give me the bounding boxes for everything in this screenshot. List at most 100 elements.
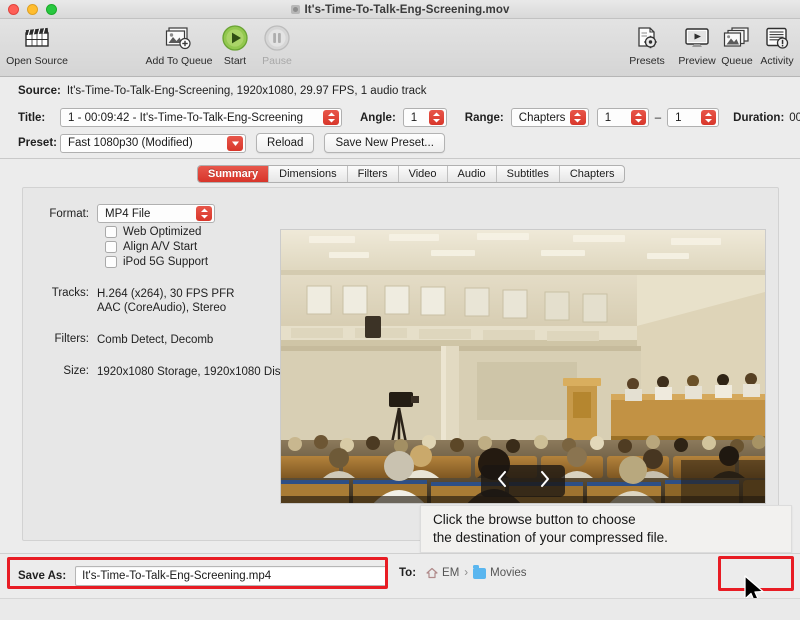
tab-subtitles[interactable]: Subtitles: [497, 166, 560, 182]
range-label: Range:: [464, 111, 504, 124]
tab-bar: Summary Dimensions Filters Video Audio S…: [197, 165, 626, 183]
angle-value: 1: [410, 111, 418, 124]
destination-path-group: To: EM › Movies: [399, 565, 527, 579]
web-optimized-label: Web Optimized: [123, 226, 202, 238]
toolbar-pause-label: Pause: [262, 55, 292, 67]
chevron-updown-icon: [428, 110, 444, 125]
filters-value: Comb Detect, Decomb: [97, 334, 214, 346]
duration-label: Duration:: [733, 111, 785, 124]
web-optimized-checkbox[interactable]: Web Optimized: [105, 226, 287, 238]
home-icon: [426, 567, 438, 579]
clapperboard-icon: [23, 22, 51, 54]
window-titlebar: It's-Time-To-Talk-Eng-Screening.mov: [0, 0, 800, 19]
toolbar-activity-label: Activity: [760, 55, 794, 67]
activity-log-icon: [764, 22, 790, 54]
range-mode-value: Chapters: [518, 111, 566, 124]
tracks-row: Tracks: H.264 (x264), 30 FPS PFR AAC (Co…: [37, 287, 287, 315]
play-icon: [221, 22, 249, 54]
align-av-start-checkbox[interactable]: Align A/V Start: [105, 241, 287, 253]
toolbar-add-to-queue-label: Add To Queue: [145, 55, 213, 67]
tab-summary[interactable]: Summary: [198, 166, 270, 182]
ipod-5g-support-checkbox[interactable]: iPod 5G Support: [105, 256, 287, 268]
save-as-input[interactable]: It's-Time-To-Talk-Eng-Screening.mp4: [75, 566, 389, 586]
reload-button[interactable]: Reload: [256, 133, 315, 153]
toolbar-add-to-queue[interactable]: Add To Queue: [145, 22, 213, 67]
range-mode-select[interactable]: Chapters: [510, 108, 589, 127]
angle-stepper[interactable]: 1: [402, 108, 447, 127]
handbrake-window: It's-Time-To-Talk-Eng-Screening.mov Open…: [0, 0, 800, 620]
breadcrumb-home-label: EM: [442, 567, 460, 579]
callout-text: Click the browse button to choose the de…: [433, 511, 668, 547]
save-new-preset-label: Save New Preset...: [335, 137, 434, 149]
range-end-stepper[interactable]: 1: [667, 108, 720, 127]
callout-line-1: Click the browse button to choose: [433, 512, 636, 527]
chevron-down-icon: [227, 135, 243, 151]
summary-fields: Format: MP4 File Web Optimized Align A/V…: [37, 204, 302, 379]
preset-label: Preset:: [18, 137, 57, 149]
filters-label: Filters:: [54, 333, 90, 345]
save-new-preset-button[interactable]: Save New Preset...: [324, 133, 445, 153]
angle-label: Angle:: [360, 111, 396, 124]
title-select-value: 1 - 00:09:42 - It's-Time-To-Talk-Eng-Scr…: [68, 111, 304, 124]
status-bar: [0, 598, 800, 620]
format-select[interactable]: MP4 File: [97, 204, 215, 223]
chevron-updown-icon: [701, 110, 717, 125]
align-av-start-label: Align A/V Start: [123, 241, 198, 253]
tab-dimensions[interactable]: Dimensions: [269, 166, 348, 182]
chevron-right-icon[interactable]: [538, 470, 551, 493]
tab-summary-label: Summary: [208, 168, 259, 180]
preview-image[interactable]: [281, 230, 765, 503]
title-select[interactable]: 1 - 00:09:42 - It's-Time-To-Talk-Eng-Scr…: [60, 108, 342, 127]
tab-audio[interactable]: Audio: [448, 166, 497, 182]
save-as-label: Save As:: [18, 570, 67, 582]
preset-select[interactable]: Fast 1080p30 (Modified): [60, 133, 246, 153]
toolbar-open-source[interactable]: Open Source: [6, 22, 68, 67]
chevron-updown-icon: [569, 110, 586, 125]
window-title: It's-Time-To-Talk-Eng-Screening.mov: [0, 0, 800, 19]
preset-select-value: Fast 1080p30 (Modified): [68, 137, 193, 149]
document-badge-icon: [290, 5, 300, 14]
range-start-value: 1: [604, 111, 612, 124]
tab-chapters[interactable]: Chapters: [560, 166, 625, 182]
tracks-values: H.264 (x264), 30 FPS PFR AAC (CoreAudio)…: [97, 287, 234, 315]
checkbox-icon: [105, 256, 117, 268]
pause-icon: [263, 22, 291, 54]
add-to-queue-icon: [164, 22, 194, 54]
size-row: Size: 1920x1080 Storage, 1920x1080 Displ…: [37, 365, 301, 379]
source-settings-area: Source: It's-Time-To-Talk-Eng-Screening,…: [0, 77, 800, 159]
breadcrumb-separator: ›: [464, 567, 469, 579]
save-as-group: Save As: It's-Time-To-Talk-Eng-Screening…: [18, 566, 389, 586]
duration-value: 00:09:42: [789, 111, 800, 124]
chevron-left-icon[interactable]: [496, 470, 509, 493]
breadcrumb[interactable]: EM › Movies: [426, 565, 527, 579]
tab-video[interactable]: Video: [399, 166, 448, 182]
reload-label: Reload: [267, 137, 304, 149]
range-end-value: 1: [675, 111, 682, 124]
tracks-audio: AAC (CoreAudio), Stereo: [97, 302, 227, 314]
range-start-stepper[interactable]: 1: [596, 108, 649, 127]
chevron-updown-icon: [630, 110, 646, 125]
toolbar-preview-label: Preview: [678, 55, 716, 67]
checkbox-icon: [105, 241, 117, 253]
toolbar-presets[interactable]: Presets: [622, 22, 672, 67]
toolbar-open-source-label: Open Source: [6, 55, 68, 67]
chevron-updown-icon: [323, 110, 339, 125]
toolbar-pause[interactable]: Pause: [250, 22, 304, 67]
source-row: Source: It's-Time-To-Talk-Eng-Screening,…: [18, 85, 427, 97]
window-title-text: It's-Time-To-Talk-Eng-Screening.mov: [304, 3, 510, 16]
tab-audio-label: Audio: [457, 168, 486, 180]
size-value: 1920x1080 Storage, 1920x1080 Display: [97, 366, 302, 378]
format-value: MP4 File: [105, 207, 151, 220]
tracks-video: H.264 (x264), 30 FPS PFR: [97, 288, 235, 300]
main-toolbar: Open Source Add To Queue Start Pause Pre…: [0, 19, 800, 77]
queue-stack-icon: [722, 22, 752, 54]
range-dash: –: [654, 111, 662, 124]
toolbar-activity[interactable]: Activity: [754, 22, 800, 67]
toolbar-start-label: Start: [223, 55, 247, 67]
size-label: Size:: [63, 365, 89, 377]
tab-filters[interactable]: Filters: [348, 166, 399, 182]
tab-dimensions-label: Dimensions: [279, 168, 337, 180]
to-label: To:: [399, 567, 417, 579]
folder-icon: [473, 565, 487, 579]
source-value: It's-Time-To-Talk-Eng-Screening, 1920x10…: [66, 85, 427, 97]
